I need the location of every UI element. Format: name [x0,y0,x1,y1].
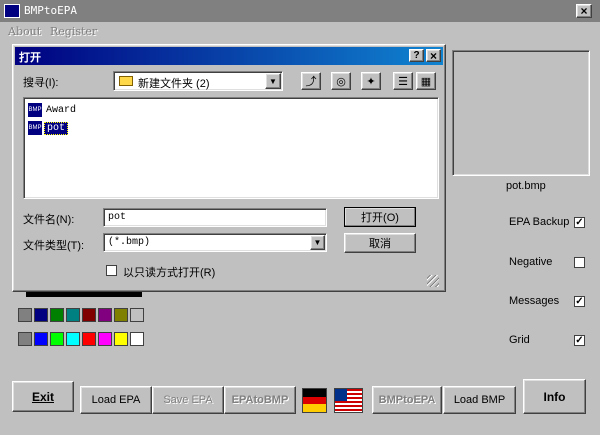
negative-checkbox[interactable] [574,257,585,268]
file-name-selected: pot [44,121,69,135]
save-epa-label: Save EPA [163,394,213,406]
bmp-button-group: BMPtoEPA Load BMP [372,386,516,414]
menu-about[interactable]: About [8,25,41,38]
palette-row-1 [18,308,144,322]
load-bmp-label: Load BMP [453,394,506,406]
lookin-label: 搜寻(I): [23,77,59,89]
epa-backup-checkbox[interactable]: ✓ [574,217,585,228]
color-swatch[interactable] [114,308,128,322]
chevron-down-icon: ▼ [313,238,322,247]
file-name: Award [46,104,77,116]
chevron-down-icon: ▼ [269,76,277,86]
filetype-dropdown-button[interactable]: ▼ [310,235,325,250]
open-label: 打开(O) [361,212,399,224]
color-swatch[interactable] [130,308,144,322]
lookin-dropdown-button[interactable]: ▼ [265,73,281,89]
dialog-title: 打开 [19,52,41,64]
app-icon [4,4,20,18]
filetype-value: (*.bmp) [108,237,151,248]
color-swatch[interactable] [34,332,48,346]
color-swatch[interactable] [50,308,64,322]
cancel-button[interactable]: 取消 [344,233,416,253]
details-view-icon[interactable]: ▦ [416,72,436,90]
color-swatch[interactable] [34,308,48,322]
folder-icon [119,76,133,86]
list-view-icon[interactable]: ☰ [393,72,413,90]
load-epa-label: Load EPA [91,394,141,406]
bmp-to-epa-label: BMPtoEPA [378,394,436,406]
epa-backup-label: EPA Backup [509,216,570,228]
filename-value: pot [108,212,127,223]
palette-row-2 [18,332,144,346]
bmp-file-icon: BMP [28,103,42,117]
color-swatch[interactable] [98,308,112,322]
color-swatch[interactable] [82,332,96,346]
lookin-dropdown[interactable]: 新建文件夹 (2) ▼ [113,71,283,91]
image-preview [452,50,590,176]
info-label: Info [543,389,566,404]
exit-label: Exit [31,389,54,404]
close-icon: × [429,48,437,63]
list-item[interactable]: BMP Award [28,102,76,118]
color-swatch[interactable] [66,332,80,346]
exit-button[interactable]: Exit [12,381,74,412]
german-flag-icon[interactable] [302,388,327,413]
lookin-value: 新建文件夹 (2) [138,78,210,90]
open-file-dialog: 打开 ? × 搜寻(I): 新建文件夹 (2) ▼ ⤴ ◎ ✦ ☰ ▦ BMP … [12,44,446,292]
epa-to-bmp-label: EPAtoBMP [231,394,289,406]
readonly-label: 以只读方式打开(R) [123,267,216,279]
epa-to-bmp-button[interactable]: EPAtoBMP [224,386,296,414]
filetype-label: 文件类型(T): [23,240,85,252]
color-swatch[interactable] [18,332,32,346]
filename-input[interactable]: pot [103,208,327,227]
app-title: BMPtoEPA [24,4,77,17]
resize-grip-icon[interactable] [427,275,439,287]
readonly-checkbox[interactable] [106,265,117,276]
desktop-icon[interactable]: ◎ [331,72,351,90]
color-bar [26,292,142,297]
bmp-file-icon: BMP [28,121,42,135]
dialog-help-button[interactable]: ? [409,49,424,62]
close-icon: × [580,4,588,18]
list-item[interactable]: BMP pot [28,120,69,136]
messages-label: Messages [509,295,560,307]
color-swatch[interactable] [50,332,64,346]
open-button[interactable]: 打开(O) [344,207,416,227]
messages-checkbox[interactable]: ✓ [574,296,585,307]
cancel-label: 取消 [369,238,391,250]
up-folder-icon[interactable]: ⤴ [301,72,321,90]
menu-bar: About Register [0,22,600,40]
filetype-dropdown[interactable]: (*.bmp) ▼ [103,233,327,252]
dialog-title-bar: 打开 ? × [15,47,443,65]
negative-label: Negative [509,256,553,268]
grid-label: Grid [509,334,530,346]
menu-register[interactable]: Register [50,25,97,38]
file-list[interactable]: BMP Award BMP pot [23,97,439,199]
new-folder-icon[interactable]: ✦ [361,72,381,90]
color-swatch[interactable] [130,332,144,346]
preview-filename: pot.bmp [506,180,546,192]
color-swatch[interactable] [114,332,128,346]
load-bmp-button[interactable]: Load BMP [443,386,516,414]
color-swatch[interactable] [98,332,112,346]
bmp-to-epa-button[interactable]: BMPtoEPA [372,386,442,414]
menu-about-label: About [8,25,42,38]
save-epa-button[interactable]: Save EPA [152,386,224,414]
filename-label: 文件名(N): [23,214,75,226]
main-title-bar: BMPtoEPA × [0,0,600,22]
main-close-button[interactable]: × [576,4,592,18]
color-swatch[interactable] [82,308,96,322]
color-palette [16,304,150,354]
menu-register-label: Register [50,25,98,38]
load-epa-button[interactable]: Load EPA [80,386,152,414]
us-flag-icon[interactable] [334,388,363,413]
color-swatch[interactable] [18,308,32,322]
info-button[interactable]: Info [523,379,586,414]
dialog-close-button[interactable]: × [426,48,441,63]
epa-button-group: Load EPA Save EPA EPAtoBMP [80,386,296,414]
help-icon: ? [413,50,420,61]
grid-checkbox[interactable]: ✓ [574,335,585,346]
color-swatch[interactable] [66,308,80,322]
